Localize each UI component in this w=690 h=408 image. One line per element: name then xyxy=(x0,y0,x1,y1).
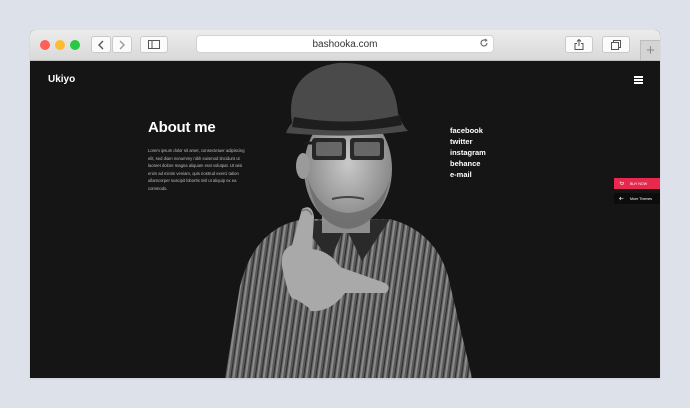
share-button[interactable] xyxy=(565,36,593,53)
share-icon xyxy=(574,39,584,50)
buy-now-button[interactable]: BUY NOW xyxy=(614,178,660,189)
about-title: About me xyxy=(148,119,216,136)
forward-icon xyxy=(119,40,125,49)
more-themes-button[interactable]: More Themes xyxy=(614,193,660,204)
tabs-overview-button[interactable] xyxy=(602,36,630,53)
reload-icon[interactable] xyxy=(479,38,489,48)
more-themes-label: More Themes xyxy=(630,196,653,201)
arrow-left-icon xyxy=(619,196,624,201)
cart-icon xyxy=(619,181,624,185)
minimize-window-button[interactable] xyxy=(55,40,65,50)
close-window-button[interactable] xyxy=(40,40,50,50)
social-links: facebook twitter instagram behance e-mai… xyxy=(450,125,486,180)
tabs-icon xyxy=(611,39,621,50)
sidebar-toggle-button[interactable] xyxy=(140,36,168,53)
browser-window: bashooka.com + Ukiyo About me Lorem ipsu… xyxy=(30,30,660,378)
hamburger-icon[interactable] xyxy=(634,76,643,84)
zoom-window-button[interactable] xyxy=(70,40,80,50)
address-bar[interactable]: bashooka.com xyxy=(196,35,494,53)
forward-button[interactable] xyxy=(112,36,132,53)
about-body: Lorem ipsum dolor sit amet, consectetuer… xyxy=(148,148,245,191)
website-viewport: Ukiyo About me Lorem ipsum dolor sit ame… xyxy=(30,61,660,378)
hero-portrait-photo xyxy=(225,62,472,378)
site-logo[interactable]: Ukiyo xyxy=(48,74,75,85)
social-link-facebook[interactable]: facebook xyxy=(450,125,486,136)
social-link-behance[interactable]: behance xyxy=(450,158,486,169)
url-text: bashooka.com xyxy=(312,38,378,50)
buy-now-label: BUY NOW xyxy=(630,181,648,186)
browser-toolbar: bashooka.com + xyxy=(30,30,660,61)
back-icon xyxy=(98,40,104,49)
new-tab-icon[interactable]: + xyxy=(640,40,660,60)
social-link-email[interactable]: e-mail xyxy=(450,169,486,180)
sidebar-icon xyxy=(148,40,160,49)
social-link-twitter[interactable]: twitter xyxy=(450,136,486,147)
back-button[interactable] xyxy=(91,36,111,53)
social-link-instagram[interactable]: instagram xyxy=(450,147,486,158)
